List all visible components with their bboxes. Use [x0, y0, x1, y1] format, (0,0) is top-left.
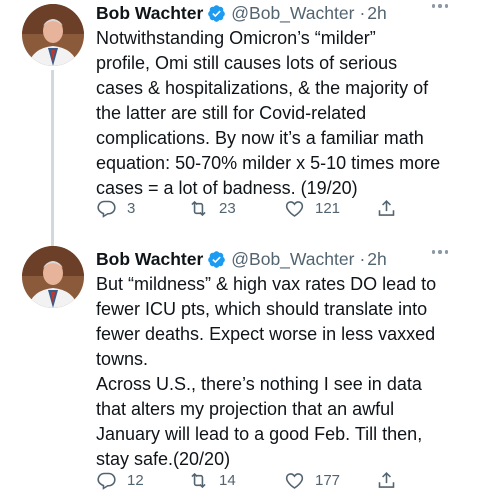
- tweet-text: Notwithstanding Omicron’s “milder” profi…: [96, 28, 441, 198]
- author-handle[interactable]: @Bob_Wachter: [231, 249, 354, 270]
- thread-line: [51, 70, 54, 246]
- retweet-button[interactable]: 23: [188, 198, 236, 219]
- retweet-count: 14: [219, 472, 236, 489]
- like-button[interactable]: 177: [284, 470, 340, 491]
- more-icon[interactable]: [431, 4, 448, 8]
- verified-badge-icon: [208, 250, 226, 268]
- retweet-icon: [191, 200, 206, 217]
- avatar[interactable]: [22, 246, 84, 308]
- tweet-header: Bob Wachter @Bob_Wachter · 2h: [96, 246, 387, 272]
- retweet-count: 23: [219, 200, 236, 217]
- more-icon[interactable]: [431, 250, 448, 254]
- like-count: 121: [315, 200, 341, 217]
- timestamp[interactable]: 2h: [367, 3, 386, 24]
- verified-badge-icon: [208, 4, 226, 22]
- share-button[interactable]: [376, 198, 397, 219]
- timestamp[interactable]: 2h: [367, 249, 386, 270]
- share-icon: [378, 471, 395, 488]
- reply-icon: [97, 200, 116, 218]
- action-bar: 3 23 121: [96, 198, 436, 224]
- reply-count: 12: [127, 472, 144, 489]
- like-icon: [285, 473, 304, 489]
- author-name[interactable]: Bob Wachter: [96, 249, 203, 270]
- like-count: 177: [315, 472, 341, 489]
- reply-button[interactable]: 12: [96, 470, 144, 491]
- reply-count: 3: [127, 200, 136, 217]
- share-button[interactable]: [376, 470, 397, 491]
- retweet-icon: [191, 472, 206, 489]
- tweet-20-of-20[interactable]: Bob Wachter @Bob_Wachter · 2h But “mildn…: [0, 238, 478, 500]
- author-handle[interactable]: @Bob_Wachter: [231, 3, 354, 24]
- author-name[interactable]: Bob Wachter: [96, 3, 203, 24]
- action-bar: 12 14 177: [96, 470, 436, 496]
- like-button[interactable]: 121: [284, 198, 340, 219]
- separator-dot: ·: [359, 248, 366, 269]
- avatar[interactable]: [22, 4, 84, 66]
- reply-icon: [97, 472, 116, 490]
- reply-button[interactable]: 3: [96, 198, 135, 219]
- tweet-19-of-20[interactable]: Bob Wachter @Bob_Wachter · 2h Notwithsta…: [0, 0, 478, 246]
- share-icon: [378, 199, 395, 216]
- tweet-text: But “mildness” & high vax rates DO lead …: [96, 274, 437, 469]
- tweet-header: Bob Wachter @Bob_Wachter · 2h: [96, 0, 387, 26]
- retweet-button[interactable]: 14: [188, 470, 236, 491]
- like-icon: [285, 201, 304, 217]
- separator-dot: ·: [359, 2, 366, 23]
